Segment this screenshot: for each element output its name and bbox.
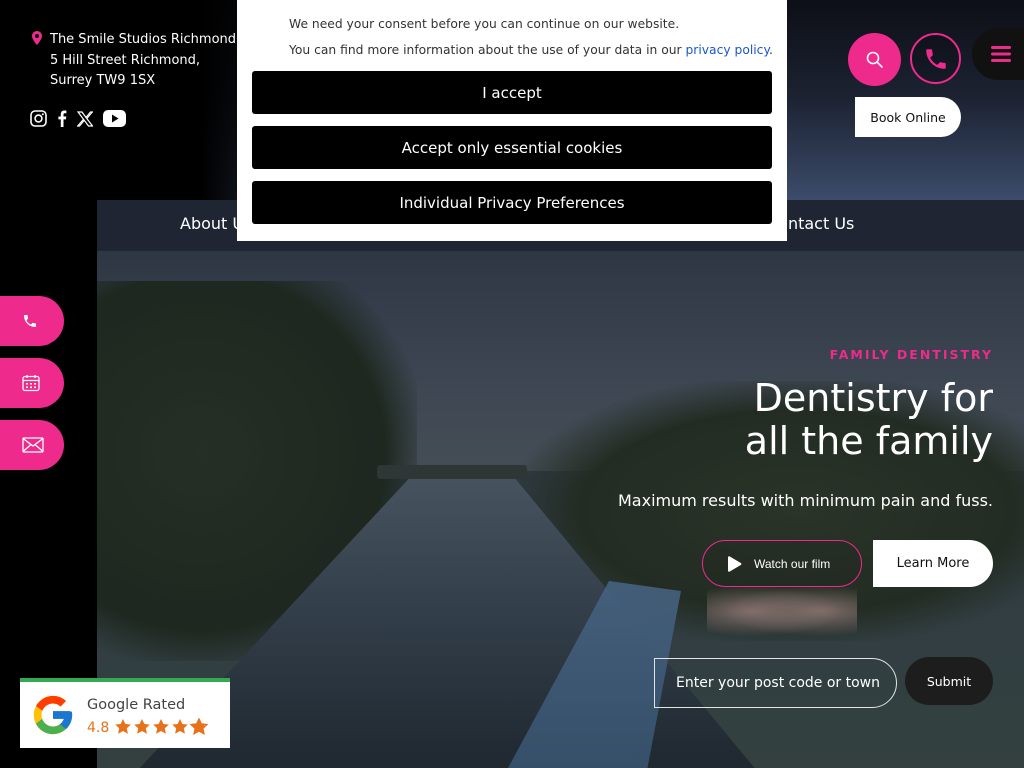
google-rating-value: 4.8 xyxy=(87,720,110,736)
star-icon xyxy=(115,719,131,734)
location-pin-icon xyxy=(32,31,42,45)
youtube-icon[interactable] xyxy=(103,110,126,127)
address-line-2: 5 Hill Street Richmond, xyxy=(50,52,201,68)
menu-button[interactable] xyxy=(972,28,1024,80)
hero-headline: Dentistry for all the family xyxy=(744,376,993,463)
hamburger-icon xyxy=(991,46,1011,62)
side-book-button[interactable] xyxy=(0,358,64,408)
cookie-consent-dialog: We need your consent before you can cont… xyxy=(237,0,787,241)
social-links xyxy=(30,110,126,127)
phone-icon xyxy=(925,48,946,69)
hero-eyebrow: FAMILY DENTISTRY xyxy=(829,347,993,362)
address-line-3: Surrey TW9 1SX xyxy=(50,73,156,88)
calendar-icon xyxy=(22,375,40,392)
search-icon xyxy=(866,51,883,68)
privacy-policy-link[interactable]: privacy policy xyxy=(685,43,768,57)
accept-essential-button[interactable]: Accept only essential cookies xyxy=(252,126,772,169)
star-icon xyxy=(134,719,150,734)
learn-more-button[interactable]: Learn More xyxy=(873,540,993,587)
consent-message: We need your consent before you can cont… xyxy=(289,17,680,31)
rating-stars xyxy=(114,718,208,736)
google-rated-title: Google Rated xyxy=(87,697,186,713)
practice-address: The Smile Studios Richmond 5 Hill Street… xyxy=(32,30,236,92)
hero-section: FAMILY DENTISTRY Dentistry for all the f… xyxy=(97,251,1024,768)
instagram-icon[interactable] xyxy=(30,110,47,127)
google-logo-icon xyxy=(33,695,73,735)
side-email-button[interactable] xyxy=(0,420,64,470)
star-icon xyxy=(190,718,208,736)
submit-button[interactable]: Submit xyxy=(905,657,993,705)
watch-film-button[interactable]: Watch our film xyxy=(702,540,862,587)
side-call-button[interactable] xyxy=(0,296,64,346)
accept-all-button[interactable]: I accept xyxy=(252,71,772,114)
phone-icon xyxy=(24,315,36,327)
search-button[interactable] xyxy=(848,33,901,86)
consent-info: You can find more information about the … xyxy=(289,43,773,57)
address-line-1: The Smile Studios Richmond xyxy=(50,32,237,47)
postcode-input[interactable]: Enter your post code or town xyxy=(654,658,897,708)
envelope-icon xyxy=(22,437,44,453)
google-rating-badge[interactable]: Google Rated 4.8 xyxy=(20,678,230,748)
book-online-button[interactable]: Book Online xyxy=(855,97,961,137)
star-icon xyxy=(172,719,188,734)
star-icon xyxy=(153,719,169,734)
facebook-icon[interactable] xyxy=(57,110,67,127)
play-icon xyxy=(728,555,742,572)
call-button[interactable] xyxy=(910,33,961,84)
privacy-preferences-button[interactable]: Individual Privacy Preferences xyxy=(252,181,772,224)
x-twitter-icon[interactable] xyxy=(77,110,93,127)
hero-subline: Maximum results with minimum pain and fu… xyxy=(617,491,993,510)
